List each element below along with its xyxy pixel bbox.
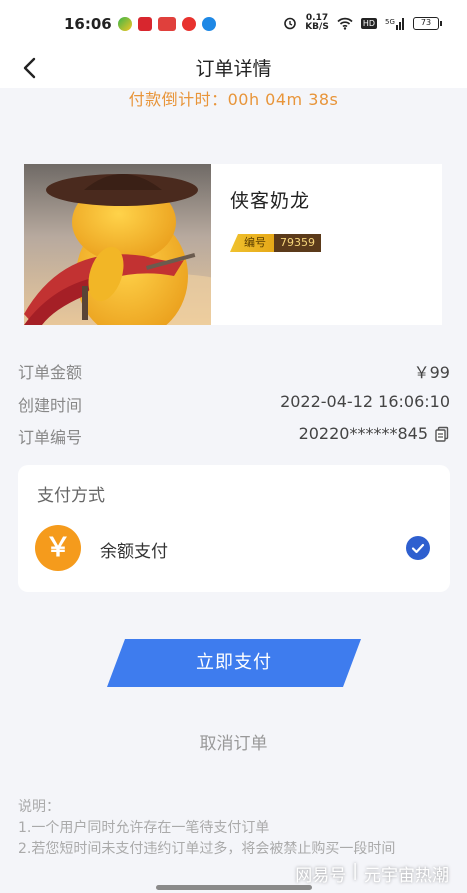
- balance-pay-label: 余额支付: [100, 542, 168, 562]
- red-app-icon: [138, 17, 152, 31]
- payment-countdown: 付款倒计时：00h 04m 38s: [128, 90, 339, 109]
- order-amount-value: ￥99: [413, 363, 450, 382]
- serial-number: 79359: [274, 234, 321, 252]
- nav-bar: 订单详情: [0, 48, 467, 88]
- red-news-app-icon: [158, 17, 176, 31]
- order-number-label: 订单编号: [18, 428, 83, 447]
- balance-pay-option[interactable]: ￥ 余额支付: [18, 521, 450, 579]
- watermark-account: 元宇宙热潮: [364, 866, 449, 886]
- created-time-label: 创建时间: [18, 396, 83, 415]
- status-bar: 16:06 0.17 KB/S HD 5G 73: [0, 0, 467, 48]
- product-name: 侠客奶龙: [230, 190, 311, 212]
- product-image: [24, 164, 211, 325]
- net-speed: 0.17 KB/S: [305, 13, 329, 32]
- svg-text:5G: 5G: [385, 18, 395, 26]
- cancel-order-button[interactable]: 取消订单: [0, 729, 467, 754]
- notification-icons: [118, 17, 216, 31]
- alarm-icon: [284, 17, 297, 30]
- hd-icon: HD: [360, 17, 377, 29]
- pay-now-button[interactable]: 立即支付: [107, 639, 361, 687]
- created-time-row: 创建时间 2022-04-12 16:06:10: [18, 392, 450, 416]
- checkmark-icon[interactable]: [406, 536, 430, 560]
- status-right: 0.17 KB/S HD 5G 73: [283, 13, 442, 32]
- blue-app-icon: [202, 17, 216, 31]
- payment-method-card: 支付方式 ￥ 余额支付: [18, 465, 450, 592]
- order-number-wrap: 20220******845: [299, 424, 450, 443]
- order-amount-label: 订单金额: [18, 363, 83, 382]
- green-app-icon: [118, 17, 132, 31]
- notes-section: 说明： 1.一个用户同时允许存在一笔待支付订单 2.若您短时间未支付违约订单过多…: [18, 797, 448, 860]
- copy-icon[interactable]: [434, 426, 450, 442]
- serial-badge: 编号 79359: [230, 234, 321, 252]
- nailong-character-image: [24, 164, 211, 325]
- page-title: 订单详情: [195, 58, 272, 80]
- payment-method-title: 支付方式: [37, 486, 105, 506]
- notes-line-2: 2.若您短时间未支付违约订单过多，将会被禁止购买一段时间: [18, 841, 396, 857]
- watermark-brand: 网易号: [295, 866, 347, 886]
- order-number-row: 订单编号 20220******845: [18, 424, 450, 448]
- order-number-value: 20220******845: [298, 424, 428, 443]
- wifi-icon: [337, 17, 353, 30]
- yen-icon: ￥: [35, 525, 81, 571]
- created-time-value: 2022-04-12 16:06:10: [280, 392, 450, 411]
- notes-title: 说明：: [18, 799, 60, 815]
- notes-line-1: 1.一个用户同时允许存在一笔待支付订单: [18, 820, 270, 836]
- weibo-icon: [182, 17, 196, 31]
- serial-label: 编号: [230, 234, 274, 252]
- product-card[interactable]: 侠客奶龙 编号 79359: [24, 164, 442, 325]
- home-indicator[interactable]: [156, 885, 312, 890]
- watermark: 网易号 | 元宇宙热潮: [295, 861, 449, 886]
- signal-5g-icon: 5G: [385, 17, 404, 30]
- watermark-divider: |: [352, 861, 358, 881]
- battery-icon: 73: [413, 16, 442, 30]
- status-time: 16:06: [64, 15, 112, 33]
- order-amount-row: 订单金额 ￥99: [18, 359, 450, 383]
